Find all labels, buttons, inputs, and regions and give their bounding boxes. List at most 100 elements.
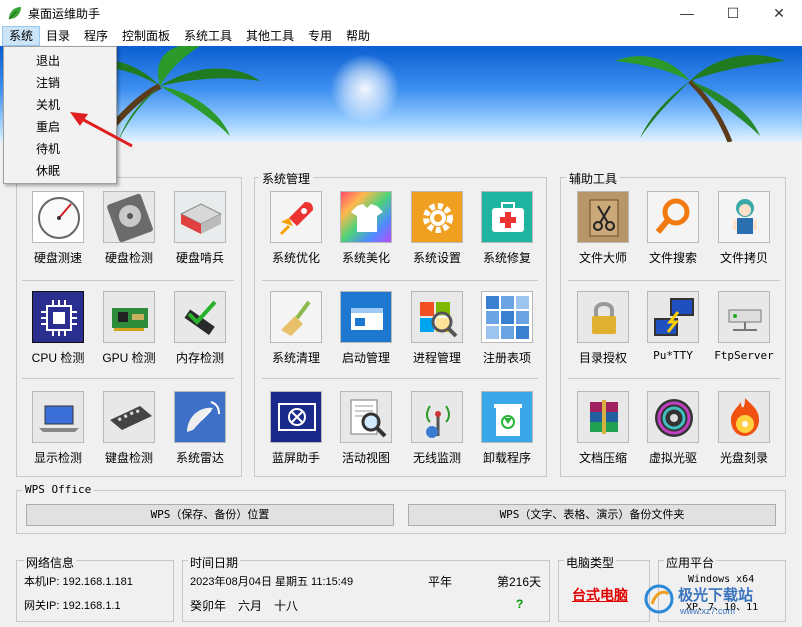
tool-memory-check[interactable]: 内存检测 — [168, 291, 232, 371]
tool-putty[interactable]: Pu*TTY — [641, 291, 705, 371]
sun-glow — [330, 54, 400, 124]
menu-system[interactable]: 系统 — [2, 26, 41, 46]
row-separator — [568, 280, 780, 281]
tool-system-settings[interactable]: 系统设置 — [405, 191, 469, 271]
watermark-brand: 极光下载站 — [678, 587, 754, 604]
gear-icon — [411, 191, 463, 243]
menu-control-panel[interactable]: 控制面板 — [116, 26, 176, 46]
menu-item-hibernate[interactable]: 休眠 — [36, 162, 60, 179]
putty-icon — [647, 291, 699, 343]
burning-disc-icon — [718, 391, 770, 443]
tool-gpu-check[interactable]: GPU 检测 — [97, 291, 161, 371]
menu-help[interactable]: 帮助 — [340, 26, 376, 46]
lock-icon — [577, 291, 629, 343]
windows-search-icon — [411, 291, 463, 343]
tool-label: 系统美化 — [341, 251, 390, 265]
tool-cpu-check[interactable]: CPU 检测 — [26, 291, 90, 371]
menu-system-tools[interactable]: 系统工具 — [178, 26, 238, 46]
tool-disk-check[interactable]: 硬盘检测 — [97, 191, 161, 271]
tool-file-search[interactable]: 文件搜索 — [641, 191, 705, 271]
tool-system-optimize[interactable]: 系统优化 — [264, 191, 328, 271]
tool-ftp-server[interactable]: FtpServer — [712, 291, 776, 371]
datetime-title: 时间日期 — [188, 554, 241, 571]
pc-type-title: 电脑类型 — [564, 554, 617, 571]
tool-label: 内存检测 — [175, 351, 224, 365]
tool-display-check[interactable]: 显示检测 — [26, 391, 90, 471]
platform-title: 应用平台 — [664, 554, 717, 571]
keyboard-icon — [103, 391, 155, 443]
tool-uninstall[interactable]: 卸载程序 — [475, 391, 539, 471]
tool-label: 虚拟光驱 — [648, 451, 697, 465]
tool-label: 显示检测 — [33, 451, 82, 465]
menu-item-restart[interactable]: 重启 — [36, 118, 60, 135]
menu-program[interactable]: 程序 — [78, 26, 114, 46]
network-info-title: 网络信息 — [24, 554, 77, 571]
menu-item-standby[interactable]: 待机 — [36, 140, 60, 157]
first-aid-kit-icon — [481, 191, 533, 243]
tool-archive[interactable]: 文档压缩 — [571, 391, 635, 471]
tool-bluescreen-helper[interactable]: 蓝屏助手 — [264, 391, 328, 471]
wps-backup-location-button[interactable]: WPS（保存、备份）位置 — [26, 504, 394, 526]
menu-item-exit[interactable]: 退出 — [36, 52, 60, 69]
disc-icon — [647, 391, 699, 443]
tool-activity-view[interactable]: 活动视图 — [334, 391, 398, 471]
tool-system-beautify[interactable]: 系统美化 — [334, 191, 398, 271]
gpu-card-icon — [103, 291, 155, 343]
satellite-dish-icon — [174, 391, 226, 443]
registry-grid-icon — [481, 291, 533, 343]
tool-label: GPU 检测 — [102, 351, 156, 365]
magnifier-document-icon — [340, 391, 392, 443]
tool-system-radar[interactable]: 系统雷达 — [168, 391, 232, 471]
wps-backup-folder-button[interactable]: WPS（文字、表格、演示）备份文件夹 — [408, 504, 776, 526]
laptop-icon — [32, 391, 84, 443]
menu-special[interactable]: 专用 — [302, 26, 338, 46]
tool-disk-speed[interactable]: 硬盘测速 — [26, 191, 90, 271]
row-separator — [22, 280, 234, 281]
tool-label: 文档压缩 — [578, 451, 627, 465]
system-management-title: 系统管理 — [259, 170, 314, 187]
maximize-button[interactable]: ☐ — [710, 0, 756, 26]
menu-bar: 系统 目录 程序 控制面板 系统工具 其他工具 专用 帮助 — [0, 26, 802, 46]
tool-disk-burnin[interactable]: 硬盘啃兵 — [168, 191, 232, 271]
tool-startup-manage[interactable]: 启动管理 — [334, 291, 398, 371]
wireless-icon — [411, 391, 463, 443]
tool-registry[interactable]: 注册表项 — [475, 291, 539, 371]
tool-label: 文件搜索 — [648, 251, 697, 265]
tool-process-manage[interactable]: 进程管理 — [405, 291, 469, 371]
tool-system-repair[interactable]: 系统修复 — [475, 191, 539, 271]
tool-label: 硬盘啃兵 — [175, 251, 224, 265]
tool-disc-burn[interactable]: 光盘刻录 — [712, 391, 776, 471]
day-of-year: 第216天 — [497, 575, 542, 589]
close-button[interactable]: ✕ — [756, 0, 802, 26]
minimize-button[interactable]: — — [664, 0, 710, 26]
lunar-year: 癸卯年 — [190, 599, 227, 613]
title-bar: 桌面运维助手 — ☐ ✕ — [0, 0, 802, 26]
aurora-logo-icon — [644, 584, 674, 614]
aux-tools-title: 辅助工具 — [566, 170, 621, 187]
gateway-ip: 网关IP: 192.168.1.1 — [24, 600, 121, 612]
tool-file-copy[interactable]: 文件拷贝 — [712, 191, 776, 271]
tool-label: 光盘刻录 — [719, 451, 768, 465]
tool-file-master[interactable]: 文件大师 — [571, 191, 635, 271]
broom-icon — [270, 291, 322, 343]
tool-virtual-drive[interactable]: 虚拟光驱 — [641, 391, 705, 471]
row-separator — [22, 378, 234, 379]
tool-keyboard-check[interactable]: 键盘检测 — [97, 391, 161, 471]
disk-drive-icon — [174, 191, 226, 243]
tool-directory-permission[interactable]: 目录授权 — [571, 291, 635, 371]
watermark-site: www.xz7.com — [680, 606, 736, 616]
row-separator — [262, 378, 538, 379]
server-icon — [718, 291, 770, 343]
gauge-icon — [32, 191, 84, 243]
tool-wireless-monitor[interactable]: 无线监测 — [405, 391, 469, 471]
tool-system-clean[interactable]: 系统清理 — [264, 291, 328, 371]
menu-directory[interactable]: 目录 — [40, 26, 76, 46]
tool-label: 硬盘测速 — [33, 251, 82, 265]
menu-item-logoff[interactable]: 注销 — [36, 74, 60, 91]
menu-other-tools[interactable]: 其他工具 — [240, 26, 300, 46]
tool-label: 硬盘检测 — [104, 251, 153, 265]
window-title: 桌面运维助手 — [28, 7, 101, 21]
tool-label: 文件拷贝 — [719, 251, 768, 265]
help-question-mark[interactable]: ? — [516, 597, 523, 611]
menu-item-shutdown[interactable]: 关机 — [36, 96, 60, 113]
